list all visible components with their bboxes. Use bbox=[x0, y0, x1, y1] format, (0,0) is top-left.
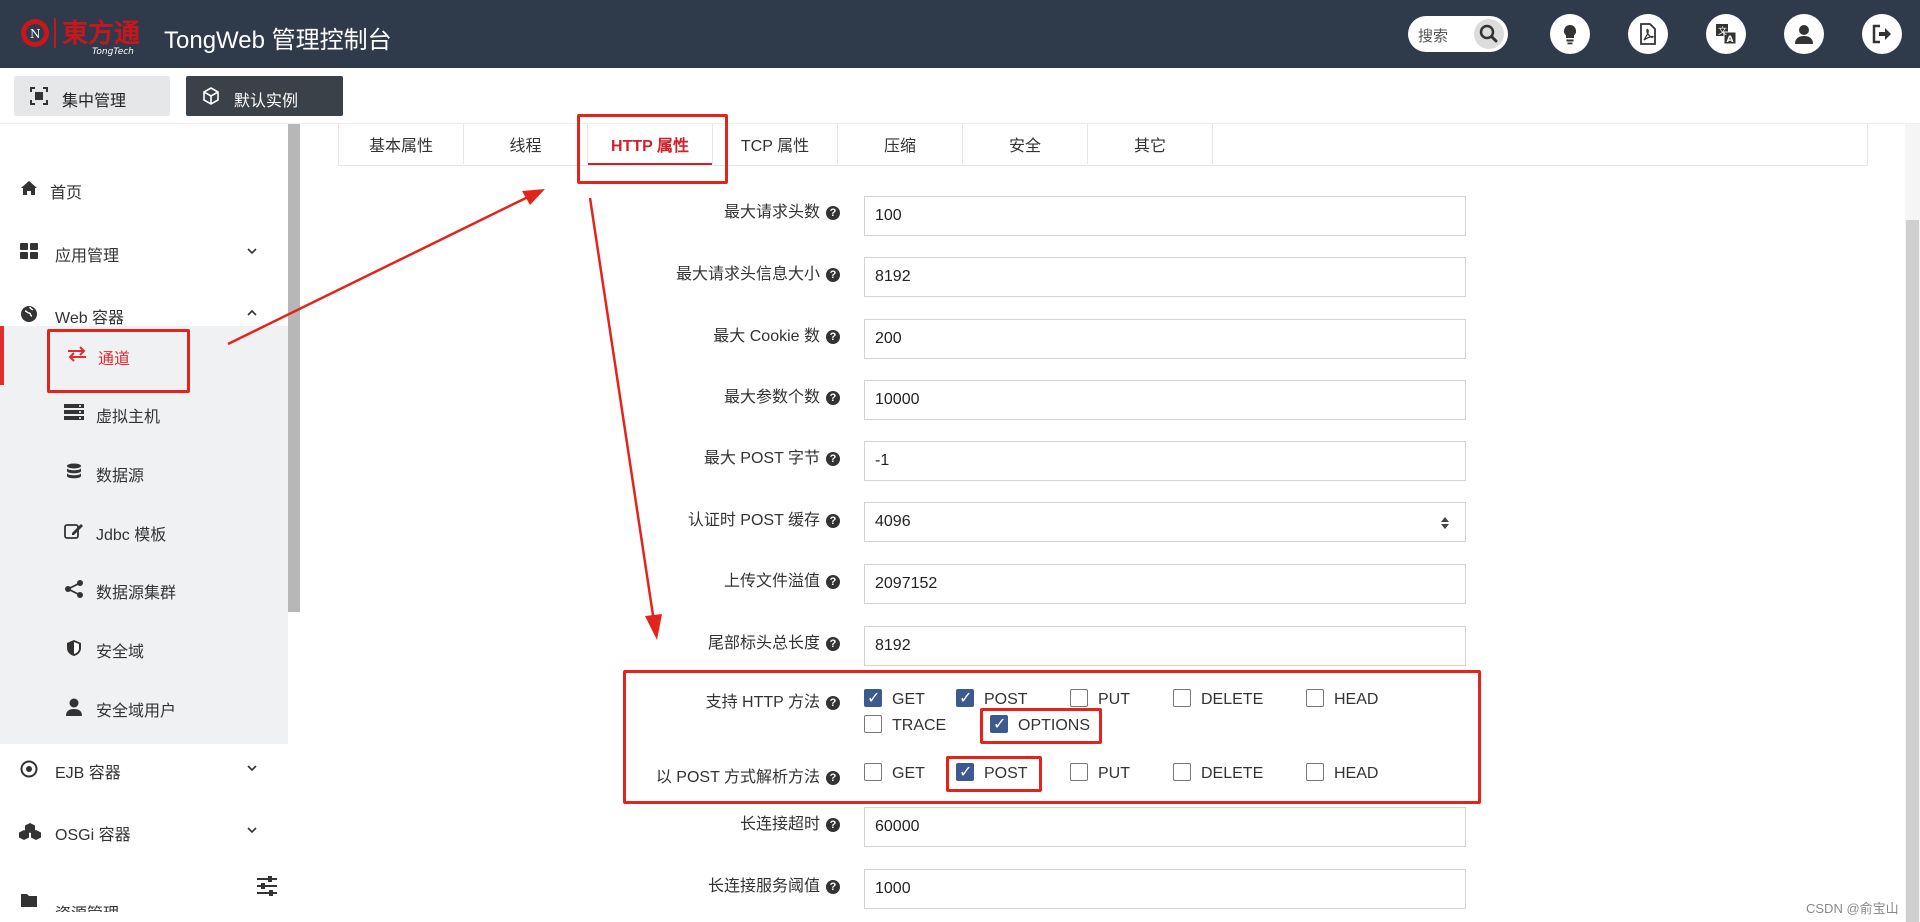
annotation-arrows bbox=[227, 189, 662, 640]
watermark: CSDN @俞宝山 bbox=[1806, 901, 1899, 916]
